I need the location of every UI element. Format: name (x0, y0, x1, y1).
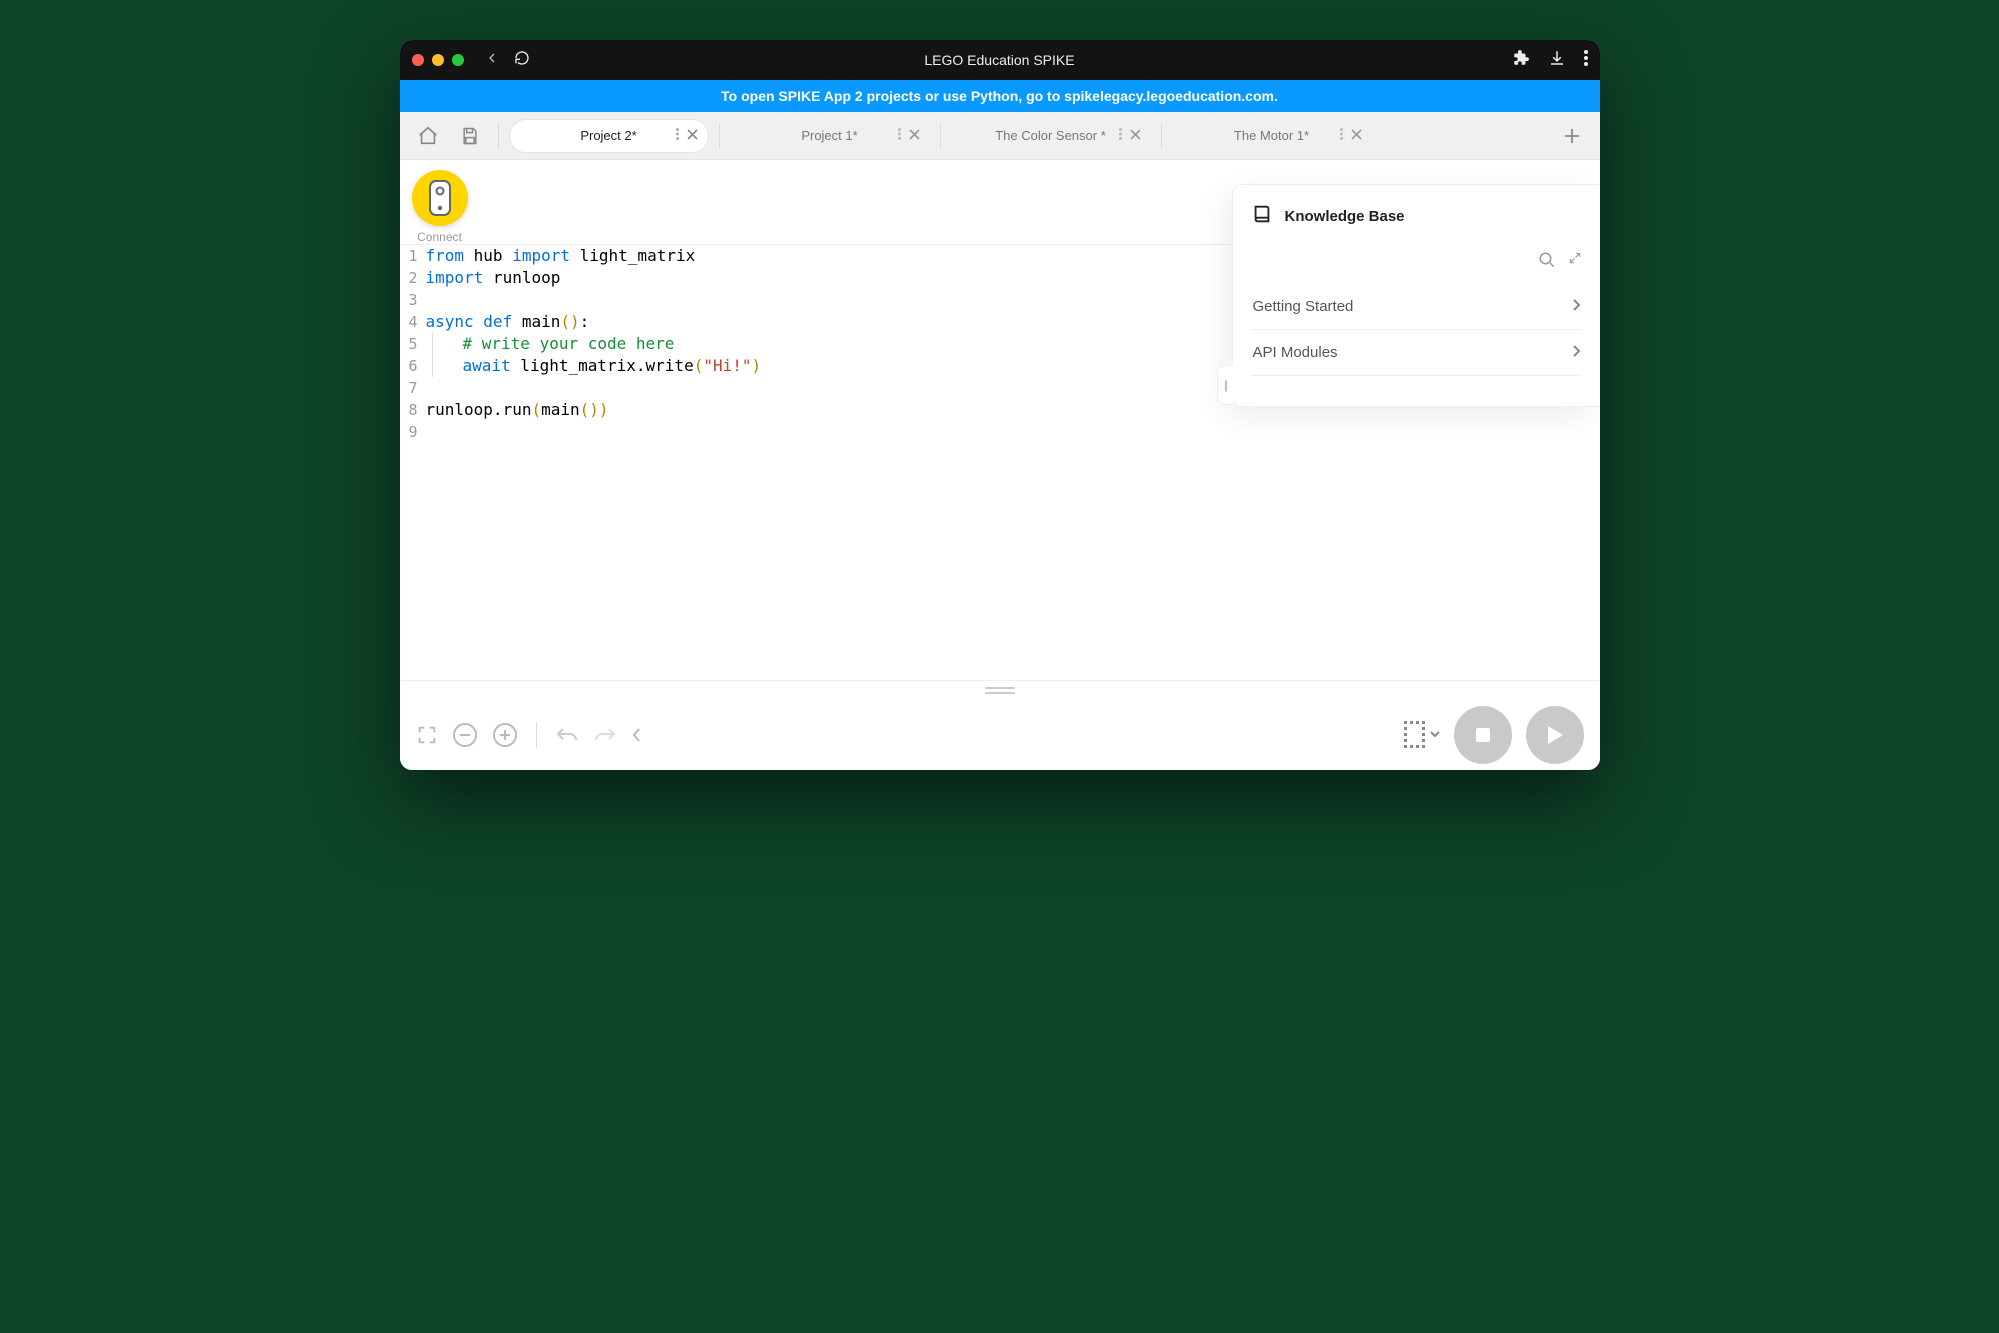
tab-bar: Project 2* Project 1* The Color Sensor * (400, 112, 1600, 160)
app-window: LEGO Education SPIKE To open SPIKE App 2… (400, 40, 1600, 770)
slot-icon (1404, 721, 1426, 749)
chevron-left-button[interactable] (631, 727, 641, 743)
tab-menu-icon[interactable] (1340, 128, 1343, 143)
download-icon[interactable] (1548, 49, 1566, 72)
kb-search-icon[interactable] (1538, 251, 1556, 274)
tab-menu-icon[interactable] (676, 128, 679, 143)
chevron-right-icon (1572, 344, 1580, 361)
back-icon[interactable] (484, 50, 500, 71)
tab-menu-icon[interactable] (1119, 128, 1122, 143)
tab-close-icon[interactable] (1351, 128, 1362, 143)
tab-project-2[interactable]: Project 2* (509, 119, 709, 153)
divider (1161, 123, 1162, 149)
close-window-button[interactable] (412, 54, 424, 66)
tab-project-1[interactable]: Project 1* (730, 119, 930, 153)
console-drag-handle[interactable] (400, 680, 1600, 700)
tab-label: The Color Sensor * (995, 128, 1106, 143)
minimize-window-button[interactable] (432, 54, 444, 66)
window-title: LEGO Education SPIKE (400, 52, 1600, 68)
undo-button[interactable] (555, 725, 579, 745)
home-button[interactable] (410, 118, 446, 154)
line-number: 7 (400, 377, 426, 399)
line-number: 9 (400, 421, 426, 443)
play-button[interactable] (1526, 706, 1584, 764)
connect-hub-button[interactable] (412, 170, 468, 226)
legacy-banner: To open SPIKE App 2 projects or use Pyth… (400, 80, 1600, 112)
tab-label: The Motor 1* (1234, 128, 1309, 143)
tab-label: Project 1* (801, 128, 857, 143)
kb-item-label: API Modules (1253, 344, 1338, 361)
chevron-down-icon (1430, 731, 1440, 739)
chevron-right-icon (1572, 298, 1580, 315)
line-number: 5 (400, 333, 426, 355)
divider (498, 123, 499, 149)
extension-icon[interactable] (1512, 49, 1530, 72)
window-controls (412, 54, 464, 66)
code-line: 9 (400, 421, 1600, 443)
main-area: Connect 1 from hub import light_matrix 2… (400, 160, 1600, 680)
tab-the-motor-1[interactable]: The Motor 1* (1172, 119, 1372, 153)
tab-color-sensor[interactable]: The Color Sensor * (951, 119, 1151, 153)
line-number: 3 (400, 289, 426, 311)
line-number: 2 (400, 267, 426, 289)
divider (719, 123, 720, 149)
kb-title: Knowledge Base (1285, 208, 1405, 225)
reload-icon[interactable] (514, 50, 530, 71)
connect-label: Connect (417, 230, 462, 244)
kb-item-getting-started[interactable]: Getting Started (1251, 284, 1582, 330)
panel-collapse-handle[interactable]: || (1217, 365, 1233, 405)
line-number: 1 (400, 245, 426, 267)
tab-close-icon[interactable] (1130, 128, 1141, 143)
book-icon (1251, 203, 1273, 229)
zoom-in-button[interactable] (492, 722, 518, 748)
save-button[interactable] (452, 118, 488, 154)
kb-item-label: Getting Started (1253, 298, 1354, 315)
tab-menu-icon[interactable] (898, 128, 901, 143)
hub-icon (427, 178, 453, 218)
kb-item-api-modules[interactable]: API Modules (1251, 330, 1582, 376)
tab-label: Project 2* (580, 128, 636, 143)
slot-selector-button[interactable] (1404, 721, 1440, 749)
knowledge-base-panel: || Knowledge Base Getting Started (1232, 184, 1600, 407)
divider (940, 123, 941, 149)
zoom-out-button[interactable] (452, 722, 478, 748)
line-number: 8 (400, 399, 426, 421)
stop-button[interactable] (1454, 706, 1512, 764)
maximize-window-button[interactable] (452, 54, 464, 66)
redo-button[interactable] (593, 725, 617, 745)
tab-close-icon[interactable] (909, 128, 920, 143)
titlebar: LEGO Education SPIKE (400, 40, 1600, 80)
kebab-menu-icon[interactable] (1584, 50, 1588, 71)
tab-close-icon[interactable] (687, 128, 698, 143)
kb-expand-icon[interactable] (1568, 251, 1582, 274)
line-number: 6 (400, 355, 426, 377)
add-tab-button[interactable] (1554, 118, 1590, 154)
fullscreen-button[interactable] (416, 724, 438, 746)
divider (536, 722, 537, 748)
line-number: 4 (400, 311, 426, 333)
bottom-toolbar (400, 700, 1600, 770)
